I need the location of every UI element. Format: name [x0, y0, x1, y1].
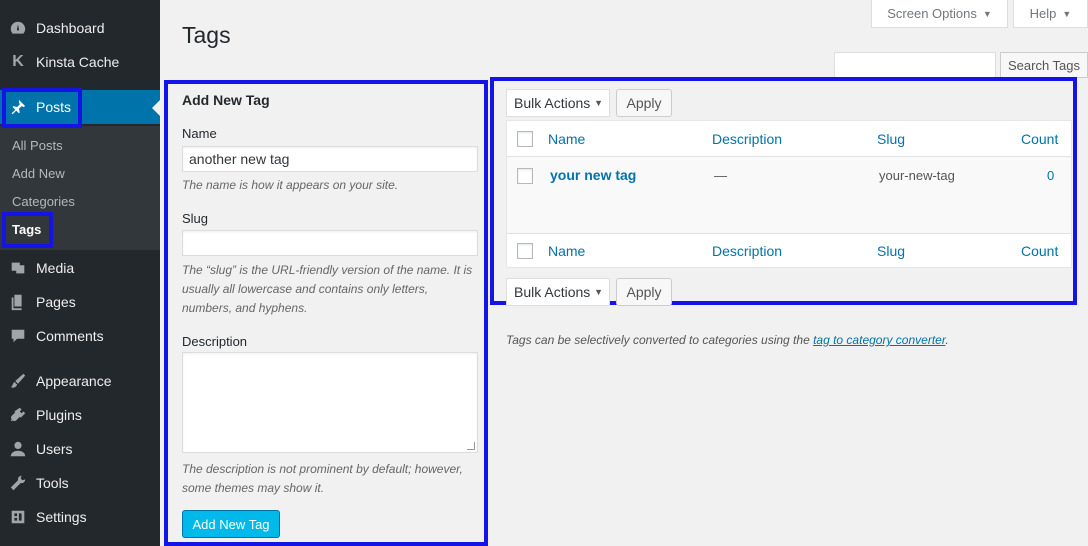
sidebar-item-label: Pages: [36, 294, 76, 310]
submenu-categories[interactable]: Categories: [12, 194, 75, 209]
tag-count-link[interactable]: 0: [1047, 168, 1054, 183]
sidebar-item-tools[interactable]: Tools: [0, 466, 160, 500]
pages-icon: [0, 293, 36, 311]
tags-table: Name Description Slug Count your new tag…: [506, 120, 1072, 268]
apply-button-top[interactable]: Apply: [616, 89, 672, 117]
admin-sidebar: Dashboard K Kinsta Cache Posts All Posts…: [0, 0, 160, 546]
sidebar-item-settings[interactable]: Settings: [0, 500, 160, 534]
sidebar-item-dashboard[interactable]: Dashboard: [0, 11, 160, 45]
select-all-checkbox[interactable]: [517, 131, 533, 147]
sidebar-item-label: Kinsta Cache: [36, 54, 120, 70]
help-button[interactable]: Help ▼: [1013, 0, 1088, 28]
column-description-footer[interactable]: Description: [712, 243, 782, 259]
row-checkbox[interactable]: [517, 168, 533, 184]
sidebar-item-label: Appearance: [36, 373, 112, 389]
submenu-all-posts[interactable]: All Posts: [12, 138, 63, 153]
description-label: Description: [182, 334, 248, 349]
tag-description: —: [714, 168, 727, 183]
add-new-tag-button[interactable]: Add New Tag: [182, 510, 280, 538]
tag-to-category-converter-link[interactable]: tag to category converter: [813, 333, 945, 347]
kinsta-k-icon: K: [12, 53, 24, 70]
column-name[interactable]: Name: [548, 131, 585, 147]
users-icon: [0, 440, 36, 458]
description-textarea[interactable]: [182, 352, 478, 453]
column-name-footer[interactable]: Name: [548, 243, 585, 259]
name-input[interactable]: another new tag: [182, 146, 478, 172]
converter-note-end: .: [945, 333, 949, 347]
caret-down-icon: ▼: [982, 8, 992, 19]
slug-help-line-1: The “slug” is the URL-friendly version o…: [182, 263, 473, 277]
column-slug-footer[interactable]: Slug: [877, 243, 905, 259]
sidebar-item-label: Settings: [36, 509, 87, 525]
name-help: The name is how it appears on your site.: [182, 178, 399, 192]
page-title: Tags: [182, 22, 231, 48]
bulk-actions-value: Bulk Actions: [514, 284, 591, 300]
slug-input[interactable]: [182, 230, 478, 256]
converter-note-text: Tags can be selectively converted to cat…: [506, 333, 814, 347]
sidebar-item-label: Users: [36, 441, 73, 457]
help-label: Help: [1029, 6, 1057, 21]
description-help-line-1: The description is not prominent by defa…: [182, 462, 463, 476]
column-count-footer[interactable]: Count: [1021, 243, 1058, 259]
plugin-icon: [0, 406, 36, 424]
sidebar-item-label: Posts: [36, 99, 72, 115]
sidebar-item-media[interactable]: Media: [0, 251, 160, 285]
search-tags-button[interactable]: Search Tags: [1000, 52, 1088, 78]
select-all-checkbox-footer[interactable]: [517, 243, 533, 259]
sidebar-item-label: Tools: [36, 475, 69, 491]
search-input[interactable]: [834, 52, 996, 78]
table-header-row: Name Description Slug Count: [507, 121, 1071, 157]
pushpin-icon: [0, 98, 36, 116]
comments-icon: [0, 327, 36, 345]
add-new-tag-heading: Add New Tag: [182, 92, 270, 108]
slug-help-line-3: numbers, and hyphens.: [182, 301, 308, 315]
sidebar-item-users[interactable]: Users: [0, 432, 160, 466]
column-count[interactable]: Count: [1021, 131, 1058, 147]
sidebar-item-label: Media: [36, 260, 75, 276]
sidebar-item-label: Dashboard: [36, 20, 105, 36]
slug-help-line-2: usually all lowercase and contains only …: [182, 282, 429, 296]
name-label: Name: [182, 126, 217, 141]
slug-label: Slug: [182, 211, 209, 226]
sidebar-item-plugins[interactable]: Plugins: [0, 398, 160, 432]
column-slug[interactable]: Slug: [877, 131, 905, 147]
brush-icon: [0, 372, 36, 390]
description-help-line-2: some themes may show it.: [182, 481, 325, 495]
resize-grip-icon[interactable]: [467, 442, 475, 450]
sidebar-item-label: Comments: [36, 328, 104, 344]
bulk-actions-select-top[interactable]: Bulk Actions ▼: [506, 89, 610, 117]
converter-note: Tags can be selectively converted to cat…: [506, 333, 949, 347]
media-icon: [0, 259, 36, 277]
caret-down-icon: ▼: [594, 287, 603, 297]
sidebar-item-label: Plugins: [36, 407, 82, 423]
sidebar-item-posts[interactable]: Posts: [0, 90, 160, 124]
caret-down-icon: ▼: [594, 98, 603, 108]
apply-button-bottom[interactable]: Apply: [616, 278, 672, 306]
screen-options-label: Screen Options: [887, 6, 977, 21]
sidebar-item-kinsta-cache[interactable]: K Kinsta Cache: [0, 45, 160, 79]
wrench-icon: [0, 474, 36, 492]
table-footer-row: Name Description Slug Count: [507, 233, 1071, 268]
sidebar-item-appearance[interactable]: Appearance: [0, 364, 160, 398]
bulk-actions-select-bottom[interactable]: Bulk Actions ▼: [506, 278, 610, 306]
settings-icon: [0, 508, 36, 526]
posts-submenu: All Posts Add New Categories Tags: [0, 126, 160, 250]
column-description[interactable]: Description: [712, 131, 782, 147]
screen-options-button[interactable]: Screen Options ▼: [871, 0, 1008, 28]
active-menu-arrow: [152, 100, 160, 116]
sidebar-item-comments[interactable]: Comments: [0, 319, 160, 353]
sidebar-item-pages[interactable]: Pages: [0, 285, 160, 319]
dashboard-icon: [0, 19, 36, 37]
bulk-actions-value: Bulk Actions: [514, 95, 591, 111]
submenu-tags[interactable]: Tags: [12, 222, 41, 237]
table-row: your new tag — your-new-tag 0: [507, 157, 1071, 233]
submenu-add-new[interactable]: Add New: [12, 166, 65, 181]
tag-slug: your-new-tag: [879, 168, 955, 183]
caret-down-icon: ▼: [1062, 8, 1072, 19]
tag-name-link[interactable]: your new tag: [550, 167, 636, 183]
